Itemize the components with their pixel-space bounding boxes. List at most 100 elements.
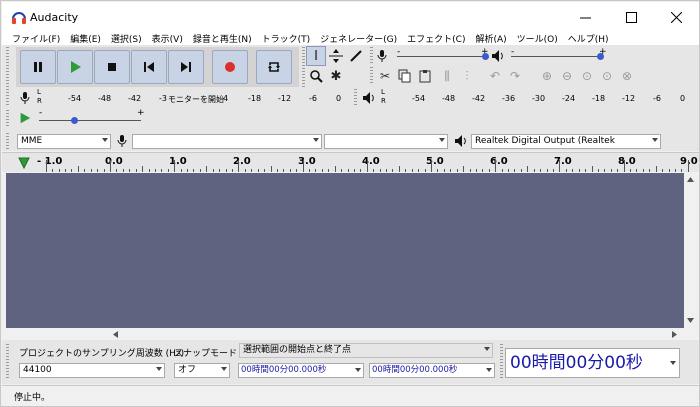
scroll-down-icon[interactable] [687, 318, 694, 323]
selection-start-time[interactable]: 00時間00分00.000秒 [238, 363, 364, 378]
play-button[interactable] [57, 50, 93, 84]
trim-button[interactable]: ⫼ [437, 66, 457, 86]
undo-icon: ↶ [489, 69, 501, 83]
zoom-in-button[interactable]: ⊕ [537, 66, 557, 86]
cut-button[interactable]: ✂ [375, 66, 395, 86]
fit-project-button[interactable]: ⊙ [597, 66, 617, 86]
copy-button[interactable] [395, 66, 415, 86]
pinned-play-head-icon[interactable] [18, 157, 30, 169]
ruler-tick [578, 169, 580, 172]
menu-help[interactable]: ヘルプ(H) [568, 32, 609, 45]
zoom-tool-button[interactable] [306, 66, 326, 86]
zoom-toggle-button[interactable]: ⊗ [617, 66, 637, 86]
device-toolbar-grip[interactable] [6, 133, 9, 149]
recording-meter-grip[interactable] [6, 89, 9, 107]
snap-mode-select[interactable]: オフ [174, 363, 230, 378]
play-icon [71, 61, 81, 73]
menu-file[interactable]: ファイル(F) [12, 32, 60, 45]
menu-tools[interactable]: ツール(O) [517, 32, 558, 45]
redo-button[interactable]: ↷ [505, 66, 525, 86]
ruler-tick [508, 169, 510, 172]
minimize-button[interactable] [562, 2, 608, 32]
ruler-tick [334, 166, 336, 172]
time-toolbar-grip[interactable] [500, 344, 503, 380]
playback-meter-speaker-icon[interactable] [362, 91, 376, 105]
playback-speed-slider[interactable] [39, 120, 141, 121]
close-button[interactable] [653, 2, 699, 32]
menu-transport[interactable]: 録音と再生(N) [193, 32, 252, 45]
start-monitoring-label[interactable]: モニターを開始 [168, 94, 224, 105]
chevron-down-icon [670, 361, 676, 365]
maximize-button[interactable] [608, 2, 654, 32]
mixer-toolbar-grip[interactable] [370, 47, 373, 65]
scroll-right-icon[interactable] [672, 331, 677, 338]
fit-selection-button[interactable]: ⊙ [577, 66, 597, 86]
selection-end-time[interactable]: 00時間00分00.000秒 [369, 363, 495, 378]
paste-button[interactable] [415, 66, 435, 86]
menu-effect[interactable]: エフェクト(C) [407, 32, 465, 45]
horizontal-scrollbar[interactable] [6, 328, 684, 340]
trim-audio-icon: ⫼ [444, 68, 450, 83]
playback-volume-slider[interactable] [511, 56, 603, 57]
skip-to-start-button[interactable] [131, 50, 167, 84]
rec-scale-1: -54 [68, 94, 82, 103]
ruler-tick [565, 169, 567, 172]
selection-toolbar-grip[interactable] [6, 344, 9, 380]
project-rate-select[interactable]: 44100 [19, 363, 165, 378]
audio-position-display[interactable]: 00時間00分00秒 [505, 348, 680, 378]
recording-volume-knob[interactable] [482, 53, 489, 60]
recording-volume-slider[interactable] [397, 56, 485, 57]
recording-meter-mic-icon[interactable] [19, 91, 31, 105]
draw-tool-button[interactable] [346, 46, 366, 66]
play-scale-6: -24 [562, 94, 576, 103]
tools-toolbar-grip[interactable] [302, 47, 305, 87]
selection-tool-button[interactable]: I [306, 46, 326, 66]
ruler-tick [180, 169, 182, 172]
menu-select[interactable]: 選択(S) [111, 32, 142, 45]
zoom-out-button[interactable]: ⊖ [557, 66, 577, 86]
menu-view[interactable]: 表示(V) [152, 32, 183, 45]
recording-channels-select[interactable] [324, 134, 448, 149]
scroll-left-icon[interactable] [113, 331, 118, 338]
silence-button[interactable]: ⫶ [457, 66, 477, 86]
ruler-tick [437, 169, 439, 172]
ruler-tick [572, 169, 574, 172]
playback-meter-grip[interactable] [354, 89, 357, 107]
playback-speed-knob[interactable] [71, 117, 78, 124]
track-panel[interactable] [6, 173, 684, 328]
menu-edit[interactable]: 編集(E) [70, 32, 101, 45]
ruler-tick [398, 166, 400, 172]
selection-range-mode-select[interactable]: 選択範囲の開始点と終了点 [239, 343, 493, 358]
ruler-tick [71, 169, 73, 172]
menu-generate[interactable]: ジェネレーター(G) [320, 32, 397, 45]
timeline-ruler[interactable]: - 1.0 0.0 1.0 2.0 3.0 4.0 5.0 6.0 7.0 8.… [2, 152, 699, 172]
playback-volume-knob[interactable] [597, 53, 604, 60]
ruler-tick [514, 169, 516, 172]
audio-host-select[interactable]: MME [17, 134, 111, 149]
menu-tracks[interactable]: トラック(T) [262, 32, 311, 45]
recording-device-select[interactable] [132, 134, 322, 149]
ruler-tick [193, 169, 195, 172]
envelope-tool-button[interactable] [326, 46, 346, 66]
undo-button[interactable]: ↶ [485, 66, 505, 86]
multi-tool-button[interactable]: ✱ [326, 66, 346, 86]
play-at-speed-grip[interactable] [6, 110, 9, 128]
stop-icon [108, 63, 116, 71]
loop-button[interactable] [256, 50, 292, 84]
ruler-tick [617, 169, 619, 172]
pause-button[interactable] [20, 50, 56, 84]
ruler-label: 1.0 [169, 156, 187, 167]
skip-to-end-button[interactable] [168, 50, 204, 84]
rec-meter-right-channel: R [37, 97, 42, 105]
scroll-up-icon[interactable] [687, 177, 694, 182]
edit-toolbar-grip[interactable] [370, 67, 373, 85]
stop-button[interactable] [94, 50, 130, 84]
record-button[interactable] [212, 50, 248, 84]
play-at-speed-button[interactable] [18, 111, 34, 127]
menu-analyze[interactable]: 解析(A) [475, 32, 506, 45]
transport-toolbar-grip[interactable] [6, 47, 9, 87]
ruler-tick [244, 169, 246, 172]
playback-device-select[interactable]: Realtek Digital Output (Realtek [471, 134, 661, 149]
ruler-tick [65, 169, 67, 172]
vertical-scrollbar[interactable] [684, 173, 696, 328]
